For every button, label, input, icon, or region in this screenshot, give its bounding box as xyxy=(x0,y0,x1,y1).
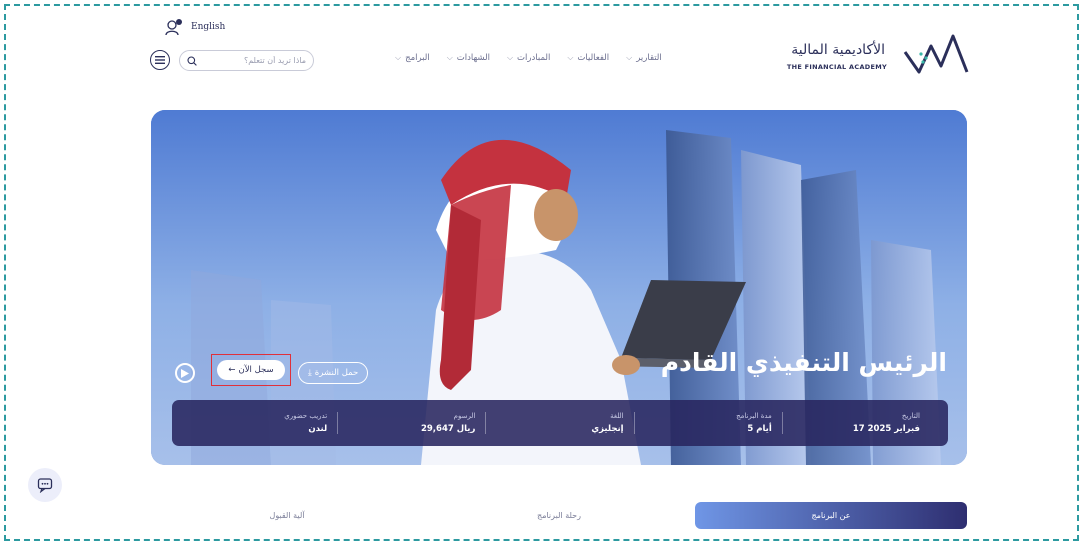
chevron-down-icon: ⌵ xyxy=(567,53,574,62)
register-highlight: ← سجل الآن xyxy=(211,354,291,386)
nav-reports[interactable]: التقارير ⌵ xyxy=(626,53,662,63)
info-fees: الرسوم 29,647 ريال xyxy=(338,412,487,434)
chevron-down-icon: ⌵ xyxy=(626,53,633,62)
chat-icon[interactable] xyxy=(28,468,62,502)
logo-mark-icon xyxy=(903,34,969,74)
logo-arabic-text: الأكاديمية المالية xyxy=(791,42,885,58)
search-icon[interactable] xyxy=(187,51,197,70)
program-tabs: عن البرنامج رحلة البرنامج آلية القبول xyxy=(151,502,967,529)
info-value: 29,647 ريال xyxy=(420,424,476,434)
info-value: 5 أيام xyxy=(747,424,772,434)
register-now-button[interactable]: ← سجل الآن xyxy=(217,360,285,380)
nav-initiatives[interactable]: المبادرات ⌵ xyxy=(507,53,550,63)
brochure-label: حمل النشرة xyxy=(314,368,359,378)
site-logo[interactable]: الأكاديمية المالية THE FINANCIAL ACADEMY xyxy=(785,30,975,80)
hero-title: الرئيس التنفيذي القادم xyxy=(660,348,947,377)
nav-label: الشهادات xyxy=(456,53,490,63)
info-date: التاريخ 17 فبراير 2025 xyxy=(783,412,930,434)
nav-events[interactable]: الفعاليات ⌵ xyxy=(567,53,609,63)
chevron-down-icon: ⌵ xyxy=(506,53,514,62)
nav-programs[interactable]: البرامج ⌵ xyxy=(395,53,430,63)
nav-label: المبادرات xyxy=(517,53,551,63)
nav-label: التقارير xyxy=(636,53,662,63)
download-brochure-button[interactable]: ⤓ حمل النشرة xyxy=(298,362,369,384)
info-label: اللغة xyxy=(610,412,624,420)
language-switch[interactable]: English xyxy=(165,18,225,36)
info-value: لندن xyxy=(308,424,328,434)
chevron-down-icon: ⌵ xyxy=(395,53,402,62)
main-nav: البرامج ⌵ الشهادات ⌵ المبادرات ⌵ الفعالي… xyxy=(395,53,662,63)
info-value: 17 فبراير 2025 xyxy=(852,424,920,434)
info-label: الرسوم xyxy=(453,412,476,420)
language-label[interactable]: English xyxy=(191,22,225,32)
search-box[interactable] xyxy=(179,50,314,71)
search-input[interactable] xyxy=(206,56,306,65)
register-label: سجل الآن xyxy=(238,365,274,375)
hamburger-menu-icon[interactable] xyxy=(150,50,170,70)
info-label: مدة البرنامج xyxy=(736,412,772,420)
user-icon[interactable] xyxy=(165,18,183,36)
chevron-down-icon: ⌵ xyxy=(446,53,453,62)
nav-certificates[interactable]: الشهادات ⌵ xyxy=(447,53,490,63)
play-video-button[interactable] xyxy=(175,363,195,383)
info-label: التاريخ xyxy=(901,412,920,420)
info-value: إنجليزي xyxy=(591,424,624,434)
tab-admission-process[interactable]: آلية القبول xyxy=(151,502,423,529)
nav-label: الفعاليات xyxy=(577,53,610,63)
tab-about-program[interactable]: عن البرنامج xyxy=(695,502,967,529)
download-icon: ⤓ xyxy=(308,368,312,378)
info-language: اللغة إنجليزي xyxy=(486,412,635,434)
nav-label: البرامج xyxy=(405,53,430,63)
tab-program-journey[interactable]: رحلة البرنامج xyxy=(423,502,695,529)
info-label: تدريب حضوري xyxy=(284,412,328,420)
program-info-bar: التاريخ 17 فبراير 2025 مدة البرنامج 5 أي… xyxy=(172,400,948,446)
logo-english-text: THE FINANCIAL ACADEMY xyxy=(786,63,887,71)
info-location: تدريب حضوري لندن xyxy=(190,412,339,434)
arrow-left-icon: ← xyxy=(228,365,236,375)
hero-banner: الرئيس التنفيذي القادم ← سجل الآن ⤓ حمل … xyxy=(151,110,967,465)
info-duration: مدة البرنامج 5 أيام xyxy=(635,412,783,434)
